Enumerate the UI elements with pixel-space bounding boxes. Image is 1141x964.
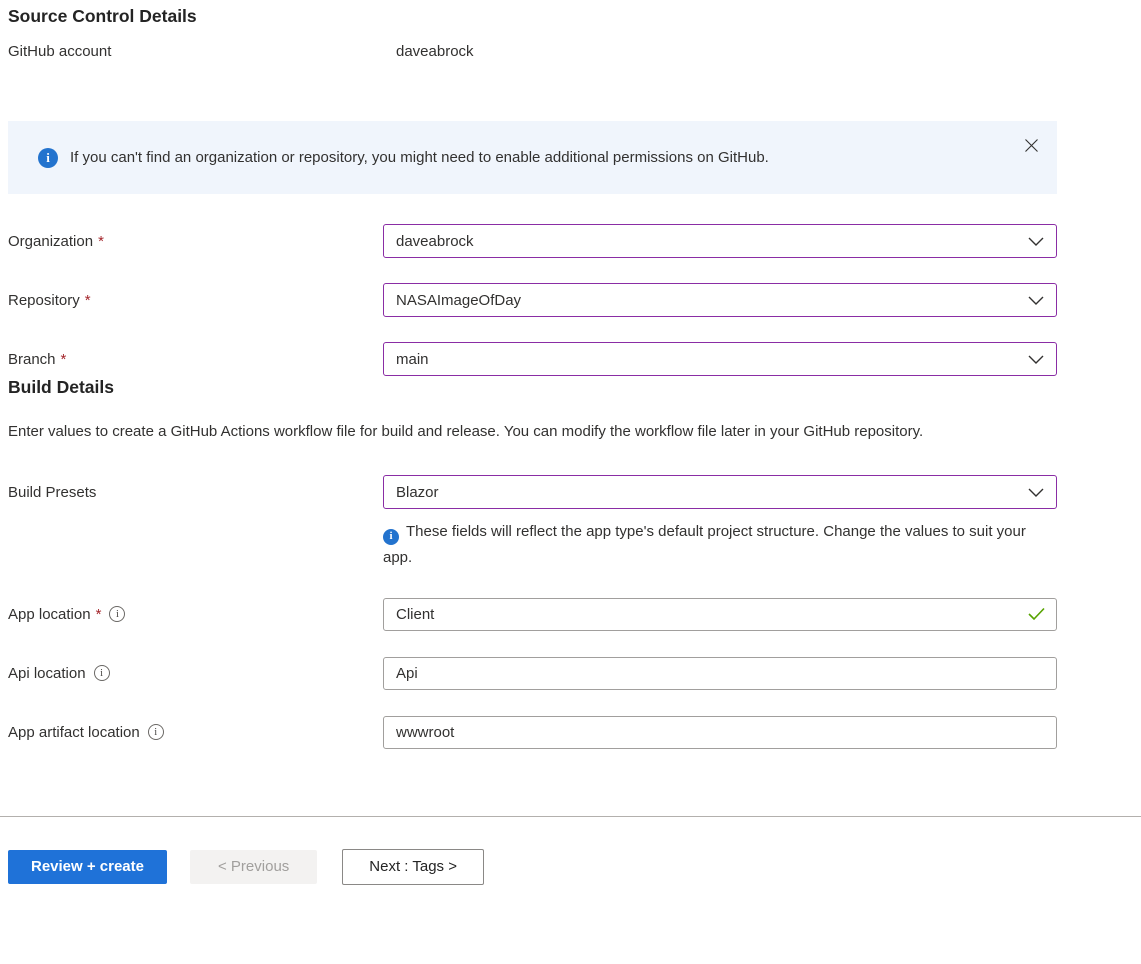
build-presets-row: Build Presets Blazor bbox=[8, 475, 1057, 509]
chevron-down-icon bbox=[1028, 488, 1044, 497]
close-icon bbox=[1025, 139, 1038, 152]
github-account-value: daveabrock bbox=[396, 43, 474, 60]
repository-label: Repository * bbox=[8, 292, 383, 309]
repository-dropdown[interactable]: NASAImageOfDay bbox=[383, 283, 1057, 317]
chevron-down-icon bbox=[1028, 355, 1044, 364]
next-tags-button[interactable]: Next : Tags > bbox=[342, 848, 484, 885]
checkmark-icon bbox=[1028, 607, 1045, 621]
branch-label-text: Branch bbox=[8, 350, 56, 368]
branch-label: Branch * bbox=[8, 351, 383, 368]
info-icon[interactable] bbox=[93, 665, 110, 681]
footer-divider bbox=[0, 815, 1141, 817]
api-location-row: Api location bbox=[8, 656, 1057, 690]
branch-row: Branch * main bbox=[8, 342, 1057, 376]
info-banner-text: If you can't find an organization or rep… bbox=[70, 149, 769, 166]
branch-dropdown[interactable]: main bbox=[383, 342, 1057, 376]
info-icon bbox=[38, 147, 58, 168]
build-details-heading: Build Details bbox=[8, 377, 114, 397]
static-web-app-create-form: Source Control Details GitHub account da… bbox=[0, 0, 1141, 885]
app-artifact-location-label: App artifact location bbox=[8, 724, 383, 741]
app-location-label-text: App location bbox=[8, 605, 91, 623]
footer-actions: Review + create < Previous Next : Tags > bbox=[8, 848, 1057, 885]
info-banner: If you can't find an organization or rep… bbox=[8, 121, 1057, 194]
app-location-label: App location * bbox=[8, 606, 383, 623]
info-icon[interactable] bbox=[147, 724, 164, 740]
source-control-details-heading: Source Control Details bbox=[8, 6, 197, 26]
chevron-down-icon bbox=[1028, 296, 1044, 305]
organization-label-text: Organization bbox=[8, 232, 94, 250]
github-account-label: GitHub account bbox=[8, 43, 112, 60]
organization-label: Organization * bbox=[8, 233, 383, 250]
app-location-input[interactable] bbox=[383, 597, 1057, 631]
repository-dropdown-value: NASAImageOfDay bbox=[396, 291, 522, 309]
build-presets-dropdown[interactable]: Blazor bbox=[383, 475, 1057, 509]
api-location-input[interactable] bbox=[383, 656, 1057, 690]
api-location-label-text: Api location bbox=[8, 664, 86, 682]
info-icon bbox=[383, 528, 399, 545]
app-location-row: App location * bbox=[8, 597, 1057, 631]
app-artifact-location-label-text: App artifact location bbox=[8, 723, 140, 741]
chevron-down-icon bbox=[1028, 237, 1044, 246]
app-artifact-location-input[interactable] bbox=[383, 715, 1057, 749]
api-location-label: Api location bbox=[8, 665, 383, 682]
repository-row: Repository * NASAImageOfDay bbox=[8, 283, 1057, 317]
organization-row: Organization * daveabrock bbox=[8, 224, 1057, 258]
required-asterisk: * bbox=[98, 232, 104, 250]
previous-button[interactable]: < Previous bbox=[190, 849, 318, 884]
github-account-row: GitHub account daveabrock bbox=[8, 43, 1057, 60]
organization-dropdown-value: daveabrock bbox=[396, 232, 474, 250]
required-asterisk: * bbox=[84, 291, 91, 309]
banner-close-button[interactable] bbox=[1020, 134, 1043, 157]
repository-label-text: Repository bbox=[8, 291, 80, 309]
build-details-description: Enter values to create a GitHub Actions … bbox=[8, 423, 924, 440]
organization-dropdown[interactable]: daveabrock bbox=[383, 224, 1057, 258]
build-presets-note: These fields will reflect the app type's… bbox=[383, 519, 1057, 570]
review-create-button[interactable]: Review + create bbox=[8, 849, 167, 884]
app-artifact-location-row: App artifact location bbox=[8, 715, 1057, 749]
build-presets-label-text: Build Presets bbox=[8, 483, 97, 501]
build-presets-dropdown-value: Blazor bbox=[396, 483, 439, 501]
required-asterisk: * bbox=[60, 350, 67, 368]
build-presets-label: Build Presets bbox=[8, 484, 383, 501]
required-asterisk: * bbox=[95, 605, 102, 623]
info-icon[interactable] bbox=[109, 606, 126, 622]
branch-dropdown-value: main bbox=[396, 350, 429, 368]
build-presets-note-text: These fields will reflect the app type's… bbox=[383, 523, 1026, 566]
